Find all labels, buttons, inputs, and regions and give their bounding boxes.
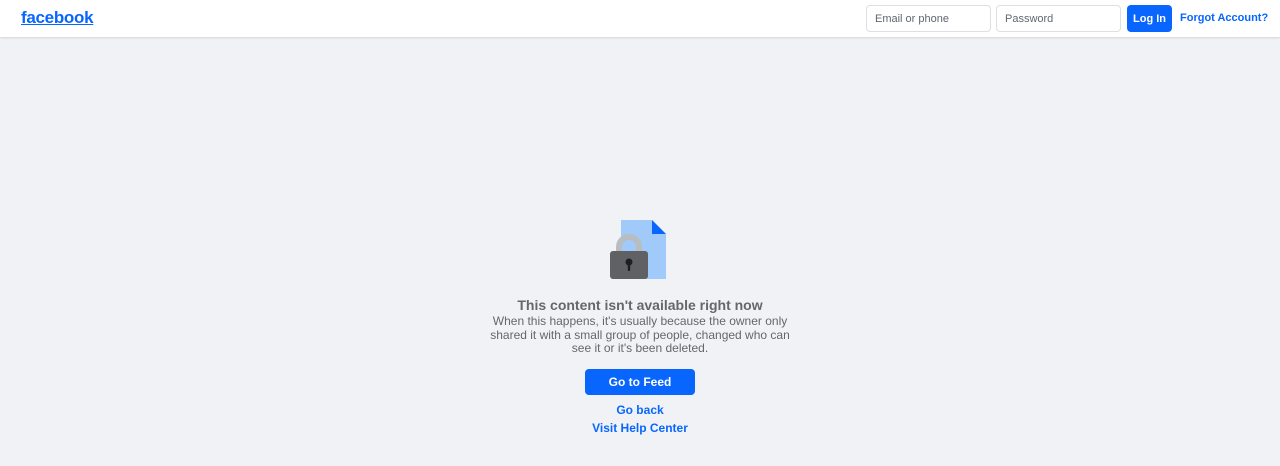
page-title: This content isn't available right now [517,297,763,313]
password-input[interactable] [996,5,1121,32]
forgot-account-link[interactable]: Forgot Account? [1180,11,1268,25]
email-or-phone-input[interactable] [866,5,991,32]
log-in-button[interactable]: Log In [1127,5,1172,32]
go-back-link[interactable]: Go back [540,403,740,418]
facebook-logo[interactable]: facebook [21,8,94,28]
locked-document-icon [610,220,666,279]
top-navigation-bar: facebook Log In Forgot Account? [0,0,1280,37]
unavailable-description: When this happens, it's usually because … [490,314,790,355]
go-to-feed-button[interactable]: Go to Feed [585,369,695,395]
content-unavailable-panel: This content isn't available right now W… [0,37,1280,466]
visit-help-center-link[interactable]: Visit Help Center [540,421,740,436]
